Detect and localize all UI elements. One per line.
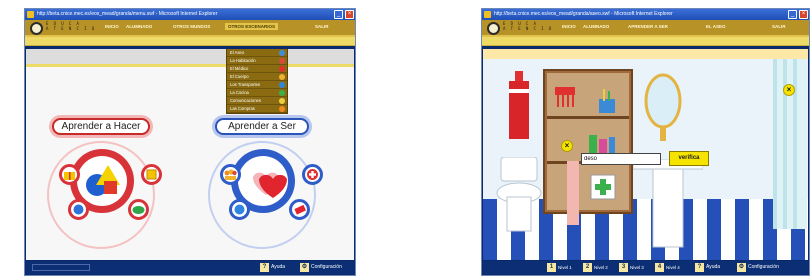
shopping-icon [279, 106, 285, 112]
bathroom-scene: × verifica × [483, 49, 808, 260]
frame-icon[interactable] [141, 164, 162, 185]
window-titlebar: http://beta.cnice.mec.es/eos_mead/granda… [25, 9, 355, 20]
minimize-button[interactable]: _ [334, 10, 343, 19]
menu-browser-window: http://beta.cnice.mec.es/eos_mead/granda… [24, 8, 356, 276]
close-window-button[interactable]: × [345, 10, 354, 19]
aprender-ser-button[interactable]: Aprender a Ser [215, 118, 309, 135]
close-hint-button[interactable]: × [561, 140, 573, 152]
bowl-icon[interactable] [128, 199, 149, 220]
close-window-button[interactable]: × [799, 10, 808, 19]
bathroom-cabinet[interactable] [543, 69, 633, 214]
config-button[interactable]: ⚙ Configuración [300, 263, 342, 272]
ball-icon[interactable] [68, 199, 89, 220]
aprender-hacer-button[interactable]: Aprender a Hacer [52, 118, 150, 135]
window-title: http://beta.cnice.mec.es/eos_mead/granda… [494, 11, 673, 17]
nav-aprender-ser[interactable]: APRENDER A SER [628, 24, 668, 29]
medical-cross-icon [279, 66, 285, 72]
help-icon: ? [260, 263, 269, 272]
bathroom-browser-window: http://beta.cnice.mec.es/eos_mead/granda… [481, 8, 810, 276]
nav-salir[interactable]: SALIR [315, 24, 329, 29]
header-strip [26, 64, 354, 67]
gear-icon: ⚙ [300, 263, 309, 272]
dropdown-item-habitacion[interactable]: La Habitación [227, 57, 287, 65]
nav-otros-mundos[interactable]: OTROS MUNDOS [173, 24, 210, 29]
main-navbar: E D U C A A T E N C I O INICIO ALUMNADO … [482, 20, 809, 37]
gear-icon: ⚙ [737, 263, 746, 272]
shower-curtain-icon [773, 59, 807, 229]
nav-el-aseo[interactable]: EL ASEO [706, 24, 726, 29]
dropdown-item-compras[interactable]: Las Compras [227, 105, 287, 113]
progress-track [32, 264, 90, 271]
menu-content-area: Aprender a Hacer Aprender a Ser El Aseo … [26, 49, 354, 260]
toothbrush-cup-icon[interactable] [595, 89, 621, 115]
main-navbar: E D U C A A T E N C I O INICIO ALUMNADO … [25, 20, 355, 37]
window-titlebar: http://beta.cnice.mec.es/eos_mead/granda… [482, 9, 809, 20]
level-2-button[interactable]: 2 Nivel 2 [583, 263, 608, 272]
nav-alumnado[interactable]: ALUMNADO [583, 24, 609, 29]
cabinet-shelf [547, 116, 629, 119]
dropdown-item-transportes[interactable]: Los Transportes [227, 81, 287, 89]
bottom-toolbar: 1 Nivel 1 2 Nivel 2 3 Nivel 3 4 Nivel 4 … [483, 261, 808, 274]
wall-border [483, 49, 808, 59]
eraser-icon[interactable] [289, 199, 310, 220]
gift-icon[interactable] [59, 164, 80, 185]
dropdown-item-aseo[interactable]: El Aseo [227, 49, 287, 57]
first-aid-box-icon[interactable] [589, 171, 619, 203]
browser-icon [27, 11, 34, 18]
level-3-button[interactable]: 3 Nivel 3 [619, 263, 644, 272]
help-button[interactable]: ? Ayuda [260, 263, 285, 272]
level-1-button[interactable]: 1 Nivel 1 [547, 263, 572, 272]
globe-logo-icon [30, 22, 43, 35]
hairspray-icon[interactable] [565, 161, 581, 225]
body-icon [279, 74, 285, 80]
close-scene-button[interactable]: × [783, 84, 795, 96]
globe-logo-icon [487, 22, 500, 35]
help-button[interactable]: ? Ayuda [695, 263, 720, 272]
car-icon [279, 82, 285, 88]
soap-icon [279, 50, 285, 56]
dropdown-item-comunicaciones[interactable]: Comunicaciones [227, 97, 287, 105]
answer-input[interactable] [581, 153, 661, 165]
nav-inicio[interactable]: INICIO [105, 24, 119, 29]
minimize-button[interactable]: _ [788, 10, 797, 19]
bed-icon [279, 58, 285, 64]
towel-icon [509, 71, 529, 139]
phone-icon [279, 98, 285, 104]
header-band [26, 49, 354, 64]
nav-subbar [25, 37, 355, 46]
family-icon[interactable] [220, 164, 241, 185]
window-title: http://beta.cnice.mec.es/eos_mead/granda… [37, 11, 218, 17]
nav-subbar [482, 37, 809, 46]
bottom-toolbar: ? Ayuda ⚙ Configuración [26, 261, 354, 274]
verify-button[interactable]: verifica [669, 151, 709, 166]
escenarios-dropdown-menu: El Aseo La Habitación El Médico El Cuerp… [226, 49, 288, 114]
nav-alumnado[interactable]: ALUMNADO [126, 24, 152, 29]
hands-icon[interactable] [229, 199, 250, 220]
nav-otros-escenarios[interactable]: OTROS ESCENARIOS [225, 23, 279, 30]
dropdown-item-cocina[interactable]: La Cocina [227, 89, 287, 97]
nav-salir[interactable]: SALIR [772, 24, 786, 29]
site-logo-text: E D U C A A T E N C I O [503, 21, 553, 31]
nav-inicio[interactable]: INICIO [562, 24, 576, 29]
medical-cross-icon[interactable] [302, 164, 323, 185]
pot-icon [279, 90, 285, 96]
dropdown-item-cuerpo[interactable]: El Cuerpo [227, 73, 287, 81]
comb-icon[interactable] [555, 83, 577, 113]
sink-icon [633, 159, 703, 248]
dropdown-item-medico[interactable]: El Médico [227, 65, 287, 73]
site-logo-text: E D U C A A T E N C I O [46, 21, 96, 31]
toilet-icon [496, 157, 542, 232]
browser-icon [484, 11, 491, 18]
config-button[interactable]: ⚙ Configuración [737, 263, 779, 272]
help-icon: ? [695, 263, 704, 272]
level-4-button[interactable]: 4 Nivel 4 [655, 263, 680, 272]
mirror-icon [644, 73, 682, 141]
